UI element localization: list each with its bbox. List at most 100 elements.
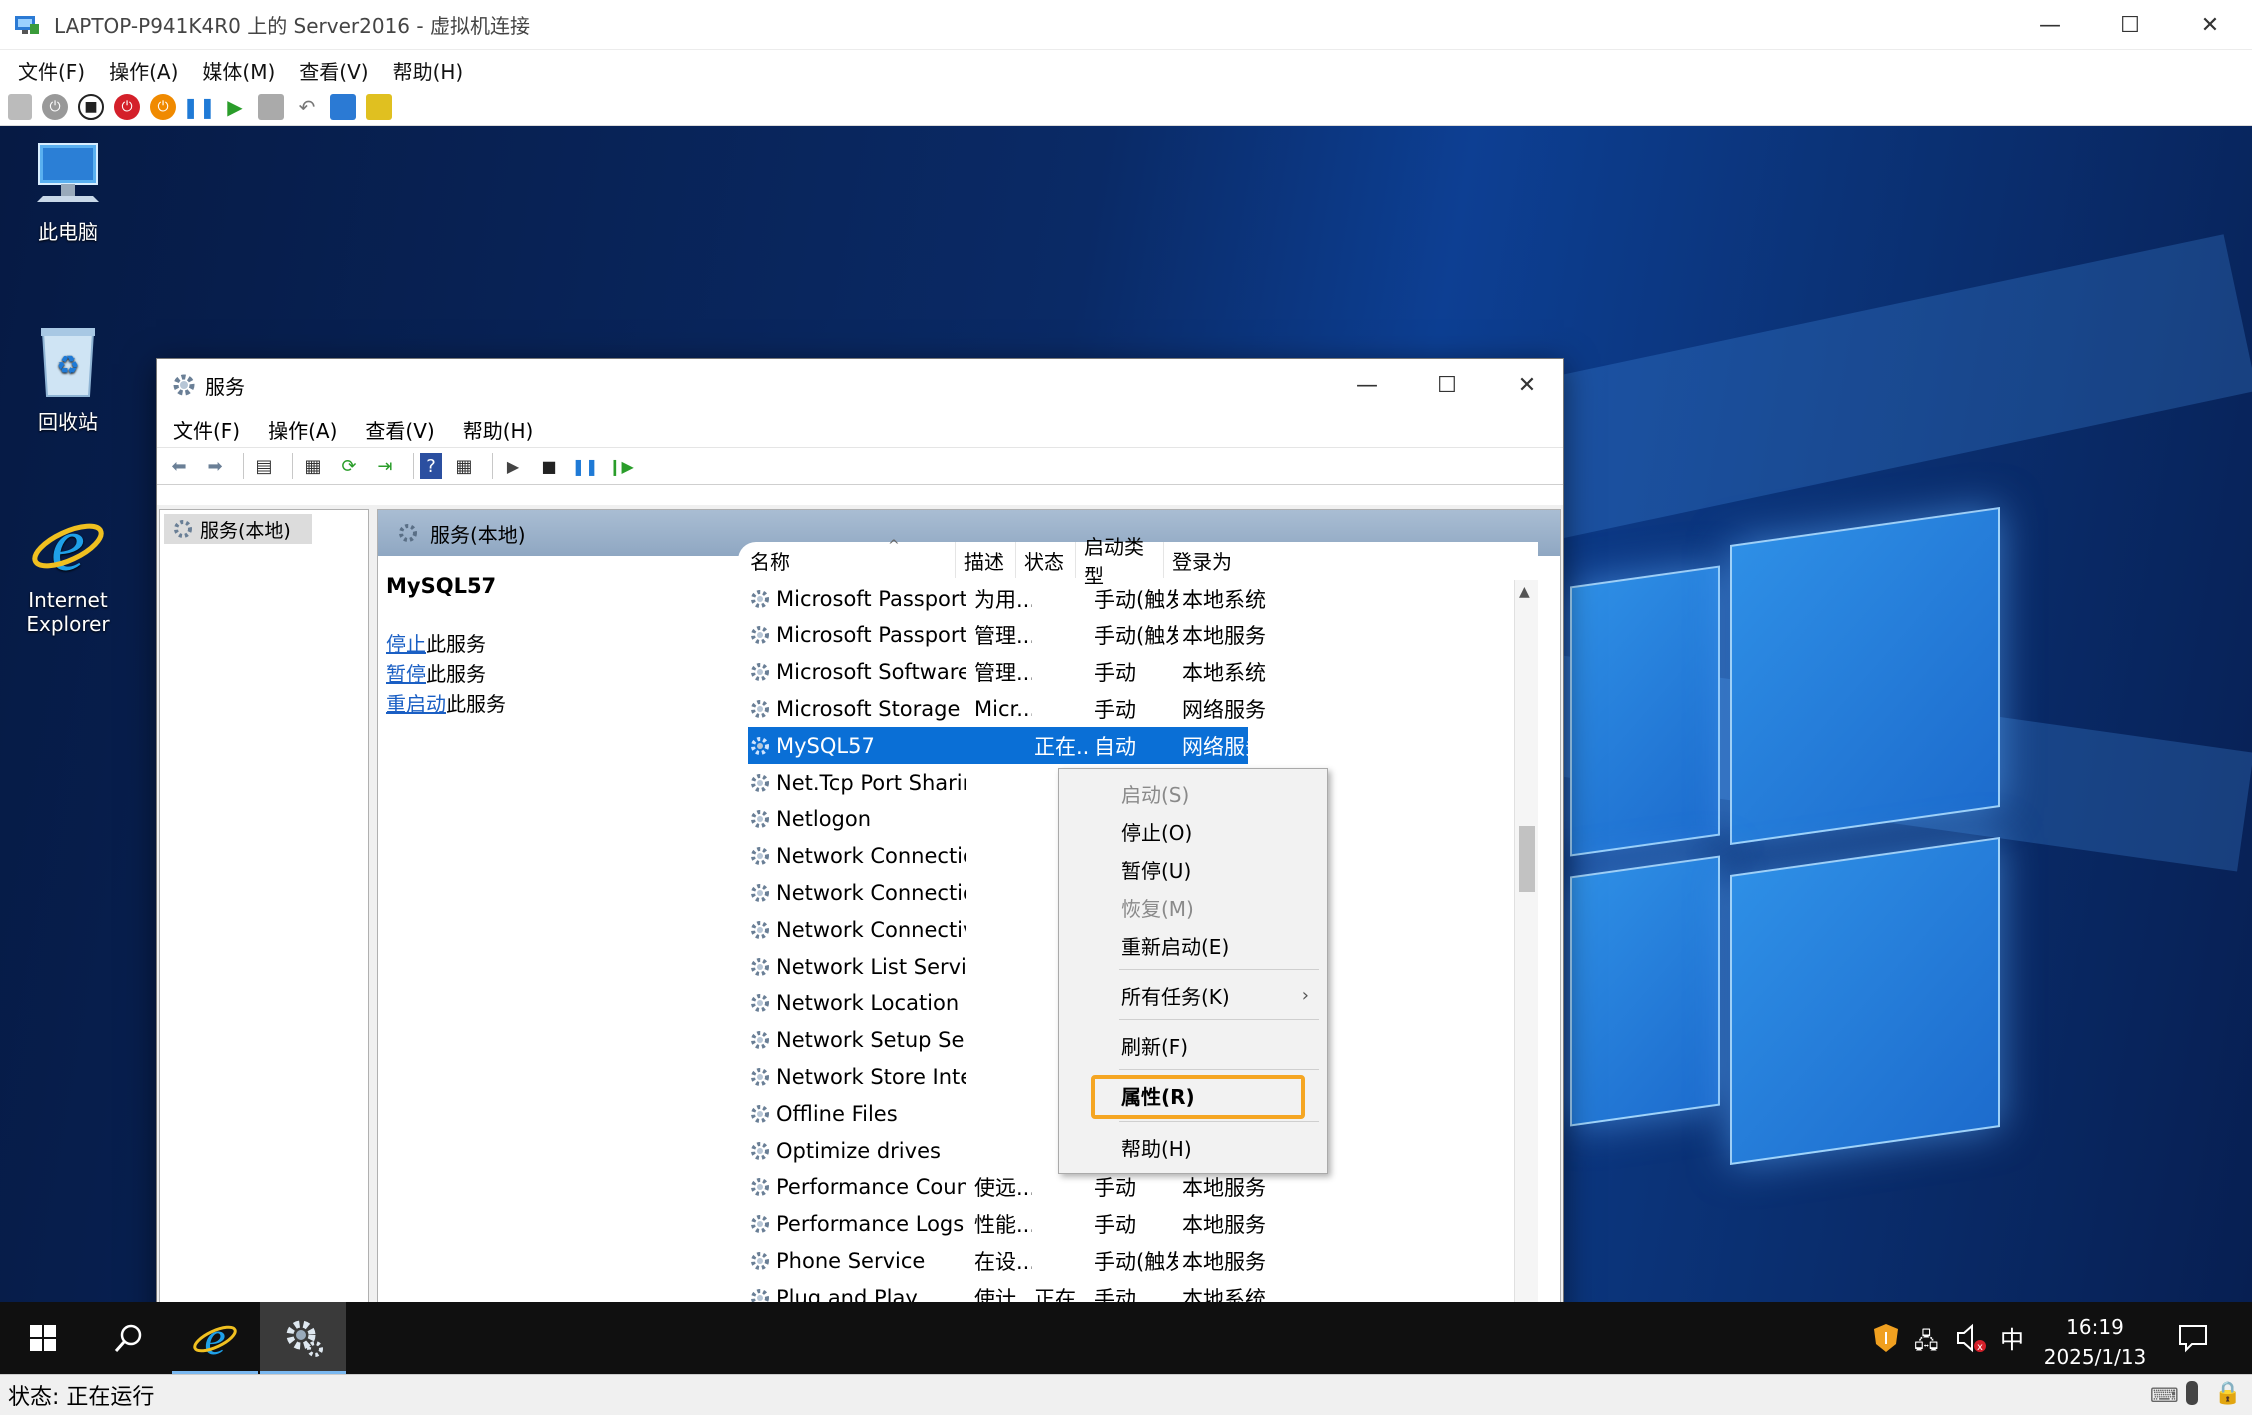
service-gear-icon bbox=[751, 1104, 769, 1123]
column-description[interactable]: 描述 bbox=[956, 542, 1016, 578]
show-tree-icon[interactable]: ▤ bbox=[250, 453, 278, 479]
cell-name: Phone Service bbox=[748, 1242, 966, 1279]
volume-muted-icon[interactable]: x bbox=[1954, 1322, 1988, 1354]
refresh-icon[interactable]: ⟳ bbox=[335, 453, 363, 479]
this-pc-icon[interactable]: 此电脑 bbox=[8, 140, 128, 245]
start-service-icon[interactable]: ▶ bbox=[499, 453, 527, 479]
services-maximize-button[interactable]: ☐ bbox=[1407, 359, 1487, 411]
services-close-button[interactable]: ✕ bbox=[1487, 359, 1567, 411]
column-logon-as[interactable]: 登录为 bbox=[1164, 542, 1258, 578]
stop-service-icon[interactable]: ■ bbox=[535, 453, 563, 479]
ctrl-alt-del-icon[interactable] bbox=[8, 93, 32, 120]
internet-explorer-icon[interactable]: e Internet Explorer bbox=[8, 503, 128, 636]
network-icon[interactable]: 🖧 bbox=[1914, 1324, 1944, 1354]
cell-name: Network Connectivity Ass... bbox=[748, 911, 966, 948]
host-menu-help[interactable]: 帮助(H) bbox=[393, 56, 464, 85]
restart-service-icon[interactable]: ❙▶ bbox=[607, 453, 635, 479]
ime-indicator[interactable]: 中 bbox=[2000, 1320, 2024, 1355]
vertical-scrollbar[interactable]: ▲ ▼ bbox=[1514, 580, 1538, 1302]
forward-arrow-icon[interactable]: ➡ bbox=[201, 453, 229, 479]
search-button[interactable] bbox=[86, 1302, 172, 1374]
pause-link[interactable]: 暂停 bbox=[386, 662, 426, 686]
table-row[interactable]: Microsoft Software Shad... 管理... 手动 本地系统 bbox=[738, 654, 1518, 691]
cell-status bbox=[1034, 617, 1090, 654]
table-row[interactable]: Performance Logs & Aler... 性能... 手动 本地服务 bbox=[738, 1206, 1518, 1243]
clock[interactable]: 16:19 2025/1/13 bbox=[2030, 1312, 2160, 1372]
host-menu-view[interactable]: 查看(V) bbox=[299, 56, 368, 85]
revert-icon[interactable]: ↶ bbox=[294, 94, 320, 120]
scroll-thumb[interactable] bbox=[1519, 826, 1535, 892]
ctx-pause[interactable]: 暂停(U) bbox=[1059, 851, 1327, 887]
taskbar-services[interactable] bbox=[260, 1302, 346, 1374]
table-row[interactable]: Performance Counter DL... 使远... 手动 本地服务 bbox=[738, 1169, 1518, 1206]
table-row[interactable]: Phone Service 在设... 手动(触发...本地服务 bbox=[738, 1242, 1518, 1279]
column-startup-type[interactable]: 启动类型 bbox=[1076, 535, 1164, 588]
recycle-bin-icon[interactable]: ♻ 回收站 bbox=[8, 324, 128, 435]
table-row[interactable]: Plug and Play 使计... 正在... 手动 本地系统 bbox=[738, 1279, 1518, 1302]
clock-time: 16:19 bbox=[2066, 1315, 2124, 1339]
host-statusbar: 状态: 正在运行 ⌨ 🔒 bbox=[0, 1374, 2252, 1415]
ctx-stop[interactable]: 停止(O) bbox=[1059, 813, 1327, 849]
keyboard-icon: ⌨ bbox=[2150, 1383, 2179, 1407]
host-menu-action[interactable]: 操作(A) bbox=[109, 56, 178, 85]
pause-service-icon[interactable]: ❚❚ bbox=[571, 453, 599, 479]
table-row[interactable]: MySQL57 正在... 自动 网络服务 bbox=[748, 727, 1266, 765]
export-list-icon[interactable]: ⇥ bbox=[371, 453, 399, 479]
tree-node-services-local[interactable]: 服务(本地) bbox=[164, 514, 312, 544]
services-menu-help[interactable]: 帮助(H) bbox=[463, 415, 534, 444]
close-button[interactable]: ✕ bbox=[2170, 0, 2250, 50]
services-menu-file[interactable]: 文件(F) bbox=[173, 415, 240, 444]
cell-name: Microsoft Software Shad... bbox=[748, 654, 966, 691]
maximize-button[interactable]: ☐ bbox=[2090, 0, 2170, 50]
column-name[interactable]: 名称 ^ bbox=[738, 538, 956, 578]
minimize-button[interactable]: — bbox=[2010, 0, 2090, 50]
cell-desc: 使远... bbox=[974, 1176, 1032, 1201]
cell-logon: 本地服务 bbox=[1182, 1176, 1266, 1201]
ctx-resume[interactable]: 恢复(M) bbox=[1059, 889, 1327, 925]
save-icon[interactable]: ⏻ bbox=[150, 93, 176, 120]
scroll-up-icon[interactable]: ▲ bbox=[1519, 584, 1530, 600]
ctx-start[interactable]: 启动(S) bbox=[1059, 775, 1327, 811]
reset-icon[interactable]: ▶ bbox=[222, 94, 248, 120]
host-menu-media[interactable]: 媒体(M) bbox=[202, 56, 275, 85]
table-row[interactable]: Microsoft Storage Space... Micr... 手动 网络服务 bbox=[738, 690, 1518, 727]
stop-link[interactable]: 停止 bbox=[386, 632, 426, 656]
ctx-refresh[interactable]: 刷新(F) bbox=[1059, 1027, 1327, 1063]
cell-startup: 手动(触发... bbox=[1094, 624, 1178, 649]
taskbar-internet-explorer[interactable]: e bbox=[172, 1302, 258, 1374]
pause-service-action: 暂停此服务 bbox=[386, 662, 486, 686]
table-row[interactable]: Microsoft Passport 为用... 手动(触发...本地系统 bbox=[738, 580, 1518, 617]
table-row[interactable]: Microsoft Passport Cont... 管理... 手动(触发...本… bbox=[738, 617, 1518, 654]
list-header: 名称 ^ 描述 状态 启动类型 登录为 bbox=[738, 535, 1518, 588]
host-menu-file[interactable]: 文件(F) bbox=[18, 56, 85, 85]
checkpoint-icon[interactable] bbox=[258, 93, 284, 120]
service-gear-icon bbox=[751, 663, 769, 682]
pause-icon[interactable]: ❚❚ bbox=[182, 94, 216, 120]
share-icon[interactable] bbox=[366, 93, 392, 120]
enhanced-session-icon[interactable] bbox=[330, 93, 356, 120]
start-icon[interactable]: ⏻ bbox=[42, 93, 68, 120]
services-menu-action[interactable]: 操作(A) bbox=[268, 415, 337, 444]
services-menu-view[interactable]: 查看(V) bbox=[365, 415, 434, 444]
security-shield-icon[interactable] bbox=[1872, 1322, 1900, 1354]
cell-logon: 本地服务 bbox=[1182, 1213, 1266, 1238]
ctx-all-tasks[interactable]: 所有任务(K) › bbox=[1059, 977, 1327, 1013]
properties-icon[interactable]: ▦ bbox=[299, 453, 327, 479]
console-icon[interactable]: ▦ bbox=[450, 453, 478, 479]
service-gear-icon bbox=[751, 736, 769, 755]
services-minimize-button[interactable]: — bbox=[1327, 359, 1407, 411]
action-center-icon[interactable] bbox=[2176, 1320, 2210, 1354]
back-arrow-icon[interactable]: ⬅ bbox=[165, 453, 193, 479]
search-icon bbox=[114, 1324, 142, 1352]
column-status[interactable]: 状态 bbox=[1016, 542, 1076, 578]
cell-startup: 手动 bbox=[1094, 697, 1136, 722]
start-button[interactable] bbox=[0, 1302, 86, 1374]
turn-off-icon[interactable]: ■ bbox=[78, 93, 104, 120]
shutdown-icon[interactable]: ⏻ bbox=[114, 93, 140, 120]
ctx-help[interactable]: 帮助(H) bbox=[1059, 1129, 1327, 1165]
desktop: 此电脑 ♻ 回收站 e Internet Explorer 服务 — ☐ ✕ 文… bbox=[0, 126, 2252, 1302]
cell-status: 正在... bbox=[1034, 734, 1090, 759]
restart-link[interactable]: 重启动 bbox=[386, 692, 446, 716]
ctx-restart[interactable]: 重新启动(E) bbox=[1059, 927, 1327, 963]
help-icon[interactable]: ? bbox=[420, 453, 442, 479]
